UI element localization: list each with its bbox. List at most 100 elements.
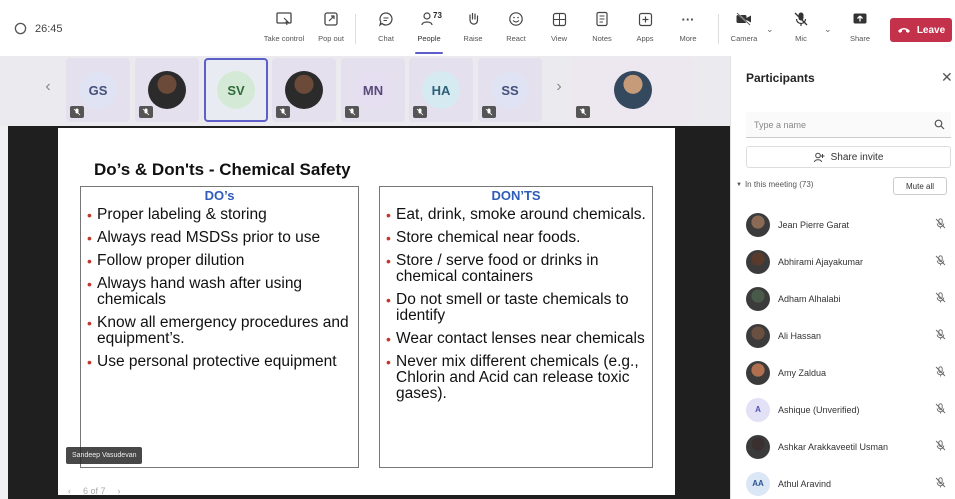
slide-prev-chevron-icon[interactable]: ‹ (68, 486, 71, 496)
list-item: Always hand wash after using chemicals (87, 276, 354, 308)
react-label: React (506, 34, 526, 43)
gallery-next-chevron-icon[interactable]: › (549, 78, 569, 96)
participant-tile-video[interactable] (135, 58, 199, 122)
mic-label: Mic (795, 34, 807, 43)
camera-label: Camera (730, 34, 758, 43)
presenter-name-tag: Sandeep Vasudevan (66, 447, 143, 464)
in-meeting-section-toggle[interactable]: ▼ In this meeting (73) (736, 180, 813, 189)
panel-title: Participants (746, 71, 815, 85)
mic-off-icon (935, 292, 946, 303)
pop-out-label: Pop out (318, 34, 344, 43)
list-item: Follow proper dilution (87, 253, 354, 270)
slide-next-chevron-icon[interactable]: › (118, 486, 121, 496)
mic-muted-icon (345, 106, 359, 118)
search-icon[interactable] (934, 119, 945, 130)
avatar: A (746, 397, 770, 422)
timer-text: 26:45 (35, 22, 63, 35)
participant-tile-video[interactable] (272, 58, 336, 122)
mic-off-icon (935, 329, 946, 340)
participant-name: Athul Aravind (778, 478, 832, 489)
participant-name: Jean Pierre Garat (778, 219, 850, 230)
list-item: Know all emergency procedures and equipm… (87, 315, 354, 347)
caret-down-icon: ▼ (736, 181, 742, 188)
camera-options-chevron-icon[interactable]: ⌄ (766, 24, 774, 35)
leave-button[interactable]: Leave (890, 18, 952, 42)
list-item: Eat, drink, smoke around chemicals. (386, 207, 648, 224)
participant-row[interactable]: A Ashique (Unverified) (746, 391, 955, 428)
notes-icon (596, 11, 608, 27)
shared-content-stage: Do’s & Don'ts - Chemical Safety DO’s Pro… (8, 126, 730, 499)
take-control-button[interactable]: Take control (258, 8, 310, 43)
list-item: Store / serve food or drinks in chemical… (386, 253, 648, 285)
avatar (746, 249, 770, 274)
donts-list: Eat, drink, smoke around chemicals. Stor… (380, 203, 652, 402)
avatar: HA (422, 71, 460, 109)
participant-tile-gs[interactable]: GS (66, 58, 130, 122)
participant-row[interactable]: Adham Alhalabi (746, 280, 955, 317)
participant-row[interactable]: Jean Pierre Garat (746, 206, 955, 243)
participant-tile-video[interactable] (572, 58, 694, 122)
meeting-timer: 26:45 (14, 22, 63, 35)
chat-label: Chat (378, 34, 394, 43)
share-button[interactable]: Share (834, 8, 886, 43)
gallery-prev-chevron-icon[interactable]: ‹ (38, 78, 58, 96)
avatar: AA (746, 471, 770, 496)
avatar (746, 286, 770, 311)
participant-name: Ashkar Arakkaveetil Usman (778, 441, 889, 452)
mic-off-icon (935, 403, 946, 414)
participant-tile-mn[interactable]: MN (341, 58, 405, 122)
emoji-icon (509, 12, 523, 26)
in-meeting-label: In this meeting (73) (744, 180, 814, 189)
participant-row[interactable]: Amy Zaldua (746, 354, 955, 391)
participant-row[interactable]: Ashkar Arakkaveetil Usman (746, 428, 955, 465)
share-label: Share (849, 34, 870, 43)
avatar (746, 360, 770, 385)
dos-header: DO’s (204, 188, 235, 203)
mic-options-chevron-icon[interactable]: ⌄ (824, 24, 832, 35)
people-count: 73 (433, 11, 442, 20)
people-label: People (417, 34, 441, 43)
mic-button[interactable]: Mic (775, 8, 827, 43)
search-input[interactable] (754, 119, 924, 130)
participants-panel: Participants ✕ Share invite ▼ In this me… (730, 56, 955, 499)
pop-out-button[interactable]: Pop out (305, 8, 357, 43)
participant-tile-ha[interactable]: HA (409, 58, 473, 122)
avatar: MN (354, 71, 392, 109)
participant-row[interactable]: Abhirami Ajayakumar (746, 243, 955, 280)
camera-button[interactable]: Camera (718, 8, 770, 43)
more-label: More (679, 34, 697, 43)
participant-tile-ss[interactable]: SS (478, 58, 542, 122)
avatar (746, 212, 770, 237)
slide-pager: ‹ 6 of 7 › (68, 486, 121, 496)
video-gallery: ‹ GS SV MN HA SS › (0, 56, 730, 126)
mute-all-button[interactable]: Mute all (893, 177, 947, 195)
mic-off-icon (935, 440, 946, 451)
mic-off-icon (935, 255, 946, 266)
slide-pager-text: 6 of 7 (83, 486, 106, 496)
avatar (285, 71, 323, 109)
more-button[interactable]: ··· More (662, 8, 714, 44)
notes-label: Notes (592, 34, 612, 43)
list-item: Do not smell or taste chemicals to ident… (386, 292, 648, 324)
share-invite-button[interactable]: Share invite (746, 146, 951, 168)
apps-icon (638, 12, 652, 26)
chat-icon (378, 12, 393, 27)
mic-muted-icon (576, 106, 590, 118)
close-icon[interactable]: ✕ (941, 69, 953, 86)
participant-row[interactable]: Ali Hassan (746, 317, 955, 354)
slide-title: Do’s & Don'ts - Chemical Safety (94, 160, 351, 179)
mic-off-icon (935, 366, 946, 377)
apps-label: Apps (636, 34, 654, 43)
participant-tile-sv[interactable]: SV (204, 58, 268, 122)
mic-muted-icon (276, 106, 290, 118)
avatar (148, 71, 186, 109)
avatar: GS (79, 71, 117, 109)
list-item: Wear contact lenses near chemicals (386, 331, 648, 348)
avatar (746, 323, 770, 348)
view-label: View (550, 34, 568, 43)
mic-off-icon (935, 218, 946, 229)
list-item: Never mix different chemicals (e.g., Chl… (386, 354, 648, 402)
mic-muted-icon (413, 106, 427, 118)
participant-row[interactable]: AA Athul Aravind (746, 465, 955, 499)
list-item: Store chemical near foods. (386, 230, 648, 247)
